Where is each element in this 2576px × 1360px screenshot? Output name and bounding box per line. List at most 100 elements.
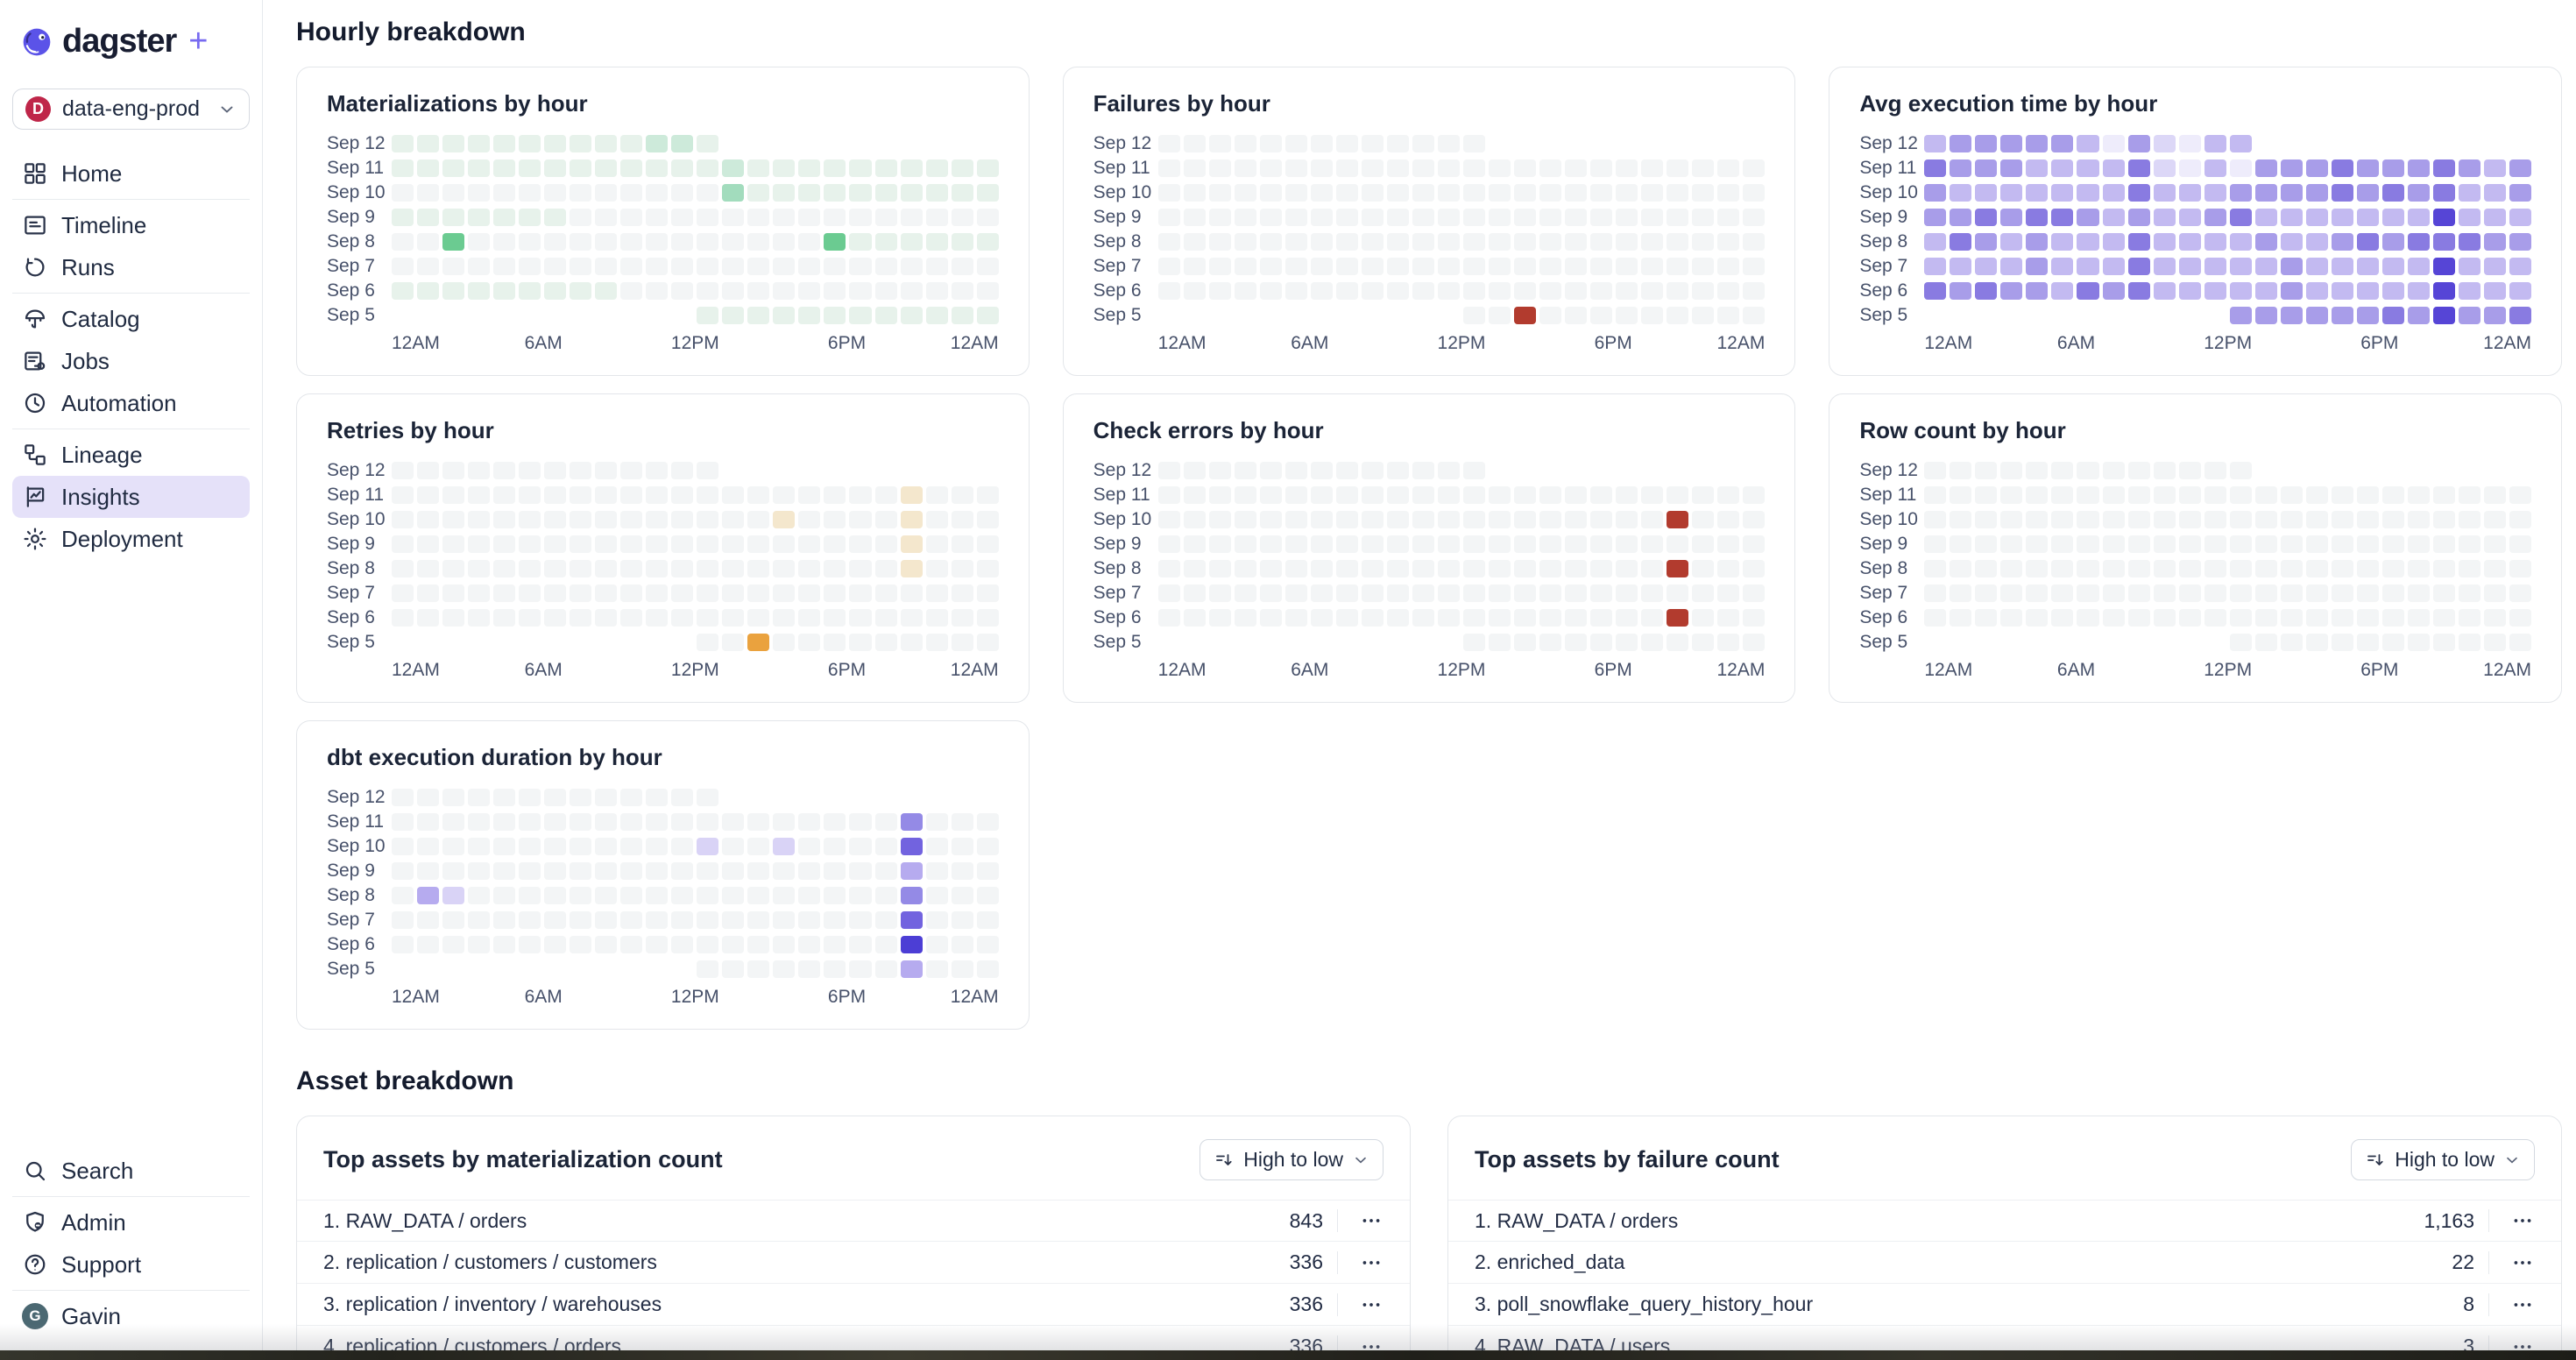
user-menu[interactable]: G Gavin [12,1295,250,1337]
sidebar-item-catalog[interactable]: Catalog [12,298,250,340]
table-row[interactable]: 3. poll_snowflake_query_history_hour8 [1448,1284,2561,1326]
table-row[interactable]: 1. RAW_DATA / orders1,163 [1448,1200,2561,1242]
heatmap-cell [2433,584,2455,602]
heatmap-cell [1667,486,1688,504]
heatmap-cell [493,887,515,904]
heatmap-cell [1641,233,1663,251]
heatmap-cell [468,511,490,528]
sidebar-item-lineage[interactable]: Lineage [12,434,250,476]
row-menu-button[interactable] [1352,1209,1391,1232]
heatmap-cell [1539,634,1561,651]
sidebar-item-search[interactable]: Search [12,1150,250,1192]
heatmap-cell [1743,511,1765,528]
row-label: Sep 9 [1093,207,1155,228]
heatmap-cell [570,936,591,953]
heatmap-cell [1463,511,1485,528]
heatmap-cell [1158,486,1180,504]
heatmap-cell [1616,535,1638,553]
sort-dropdown[interactable]: High to low [1200,1139,1384,1180]
sidebar-item-runs[interactable]: Runs [12,246,250,288]
heatmap-cell [1184,184,1206,202]
heatmap-row: Sep 9 [1093,534,1766,555]
heatmap-cell [1209,609,1231,627]
row-menu-button[interactable] [2503,1209,2542,1232]
heatmap-cell [392,862,414,880]
row-menu-button[interactable] [2503,1293,2542,1316]
heatmap-cell [1616,282,1638,300]
table-row[interactable]: 2. enriched_data22 [1448,1242,2561,1284]
heatmap-cell [2509,209,2531,226]
row-menu-button[interactable] [1352,1293,1391,1316]
heatmap-cell [2230,511,2252,528]
heatmap-cell [1285,584,1307,602]
sidebar-item-jobs[interactable]: Jobs [12,340,250,382]
heatmap-cell [2459,159,2480,177]
heatmap-cell [1311,209,1333,226]
table-row[interactable]: 1. RAW_DATA / orders843 [297,1200,1410,1242]
row-menu-button[interactable] [2503,1251,2542,1274]
heatmap-cell [824,486,846,504]
heatmap-cell [798,813,820,831]
heatmap-cell [570,511,591,528]
row-label: Sep 12 [327,787,388,808]
heatmap-cell [2077,609,2098,627]
sidebar-item-insights[interactable]: Insights [12,476,250,518]
heatmap-cell [798,307,820,324]
heatmap-cell [926,209,948,226]
heatmap-cell [2382,486,2404,504]
sort-dropdown[interactable]: High to low [2351,1139,2535,1180]
deployment-switcher[interactable]: D data-eng-prod [12,89,250,130]
heatmap-cell [2357,634,2379,651]
table-row[interactable]: 2. replication / customers / customers33… [297,1242,1410,1284]
heatmap-cell [798,486,820,504]
divider [12,293,250,294]
heatmap-cell [2281,486,2303,504]
heatmap-cell [595,584,617,602]
heatmap-cell [2281,511,2303,528]
heatmap-cell [1260,159,1282,177]
heatmap-cell [544,159,566,177]
heatmap-cell [2103,258,2125,275]
heatmap-cell [798,159,820,177]
heatmap-cell [1514,609,1536,627]
heatmap-cell [1692,159,1714,177]
sidebar-item-deployment[interactable]: Deployment [12,518,250,560]
sidebar-item-home[interactable]: Home [12,152,250,195]
heatmap-cell [849,184,871,202]
row-label: Sep 7 [1859,583,1921,604]
heatmap-cell [901,258,923,275]
heatmap-cell [952,233,973,251]
heatmap-cell [1667,258,1688,275]
heatmap-cell [1362,258,1384,275]
heatmap-cell [493,135,515,152]
sidebar-item-support[interactable]: Support [12,1243,250,1286]
heatmap-cell [519,258,541,275]
sidebar-item-timeline[interactable]: Timeline [12,204,250,246]
home-icon [22,160,48,187]
sidebar-item-admin[interactable]: Admin [12,1201,250,1243]
table-row[interactable]: 3. replication / inventory / warehouses3… [297,1284,1410,1326]
heatmap-cell [2230,584,2252,602]
sidebar-item-automation[interactable]: Automation [12,382,250,424]
heatmap-cell [1362,609,1384,627]
heatmap-cell [1590,282,1612,300]
heatmap-cell [2306,560,2328,577]
heatmap-cell [926,233,948,251]
heatmap-cell [417,184,439,202]
heatmap-cell [1514,282,1536,300]
axis-tick: 12AM [1716,333,1765,354]
heatmap-cell [2077,511,2098,528]
heatmap-cell [2000,282,2022,300]
heatmap-cell [2332,159,2353,177]
heatmap-row: Sep 8 [1093,231,1766,252]
row-menu-button[interactable] [1352,1251,1391,1274]
heatmap-cell [2179,584,2201,602]
heatmap-cell [2382,307,2404,324]
heatmap-cell [926,911,948,929]
heatmap-cell [875,159,897,177]
heatmap-cell [824,258,846,275]
heatmap-cell [2103,535,2125,553]
heatmap-cell [519,911,541,929]
heatmap-cell [544,584,566,602]
heatmap-cell [2230,609,2252,627]
